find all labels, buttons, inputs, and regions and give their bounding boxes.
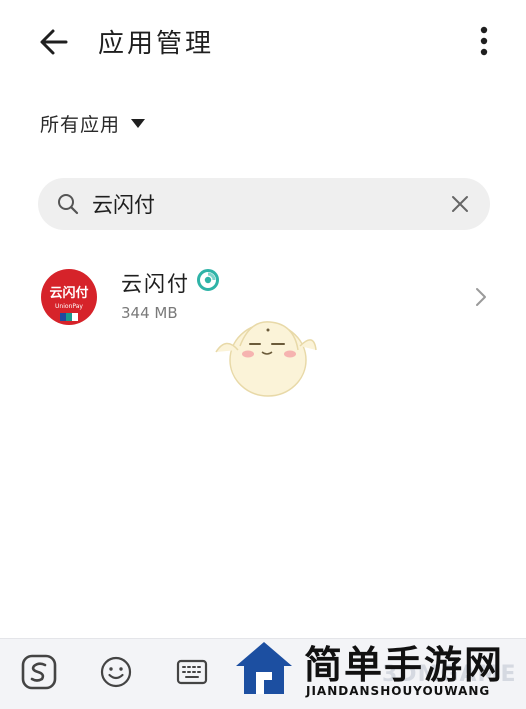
top-bar: 应用管理 (0, 0, 526, 84)
unionpay-app-icon: 云闪付 UnionPay (41, 269, 97, 325)
chevron-right-icon (476, 288, 486, 306)
house-logo-icon (236, 642, 292, 694)
app-name: 云闪付 (121, 272, 190, 296)
svg-text:云闪付: 云闪付 (49, 285, 88, 301)
watermark-subtitle: JIANDANSHOUYOUWANG (306, 684, 491, 698)
more-vertical-icon[interactable] (470, 22, 498, 62)
caret-down-icon (131, 119, 146, 128)
svg-text:UnionPay: UnionPay (55, 303, 83, 310)
verified-shield-icon (197, 269, 219, 291)
site-watermark: 3DMGAME 简单手游网 JIANDANSHOUYOUWANG (232, 632, 526, 708)
filter-label: 所有应用 (40, 113, 121, 136)
keyboard-icon[interactable] (173, 653, 211, 691)
search-input[interactable] (92, 188, 432, 220)
watermark-title: 简单手游网 (304, 643, 505, 687)
search-bar (38, 178, 490, 230)
app-filter-dropdown[interactable]: 所有应用 (40, 107, 146, 139)
mascot-sticker (215, 321, 317, 397)
clear-search-icon[interactable] (448, 192, 472, 216)
app-size: 344 MB (121, 304, 178, 322)
page-title: 应用管理 (98, 29, 215, 59)
sogou-logo-icon[interactable] (20, 653, 58, 691)
search-icon (58, 194, 79, 215)
emoji-icon[interactable] (97, 653, 135, 691)
back-arrow-icon[interactable] (36, 24, 76, 60)
